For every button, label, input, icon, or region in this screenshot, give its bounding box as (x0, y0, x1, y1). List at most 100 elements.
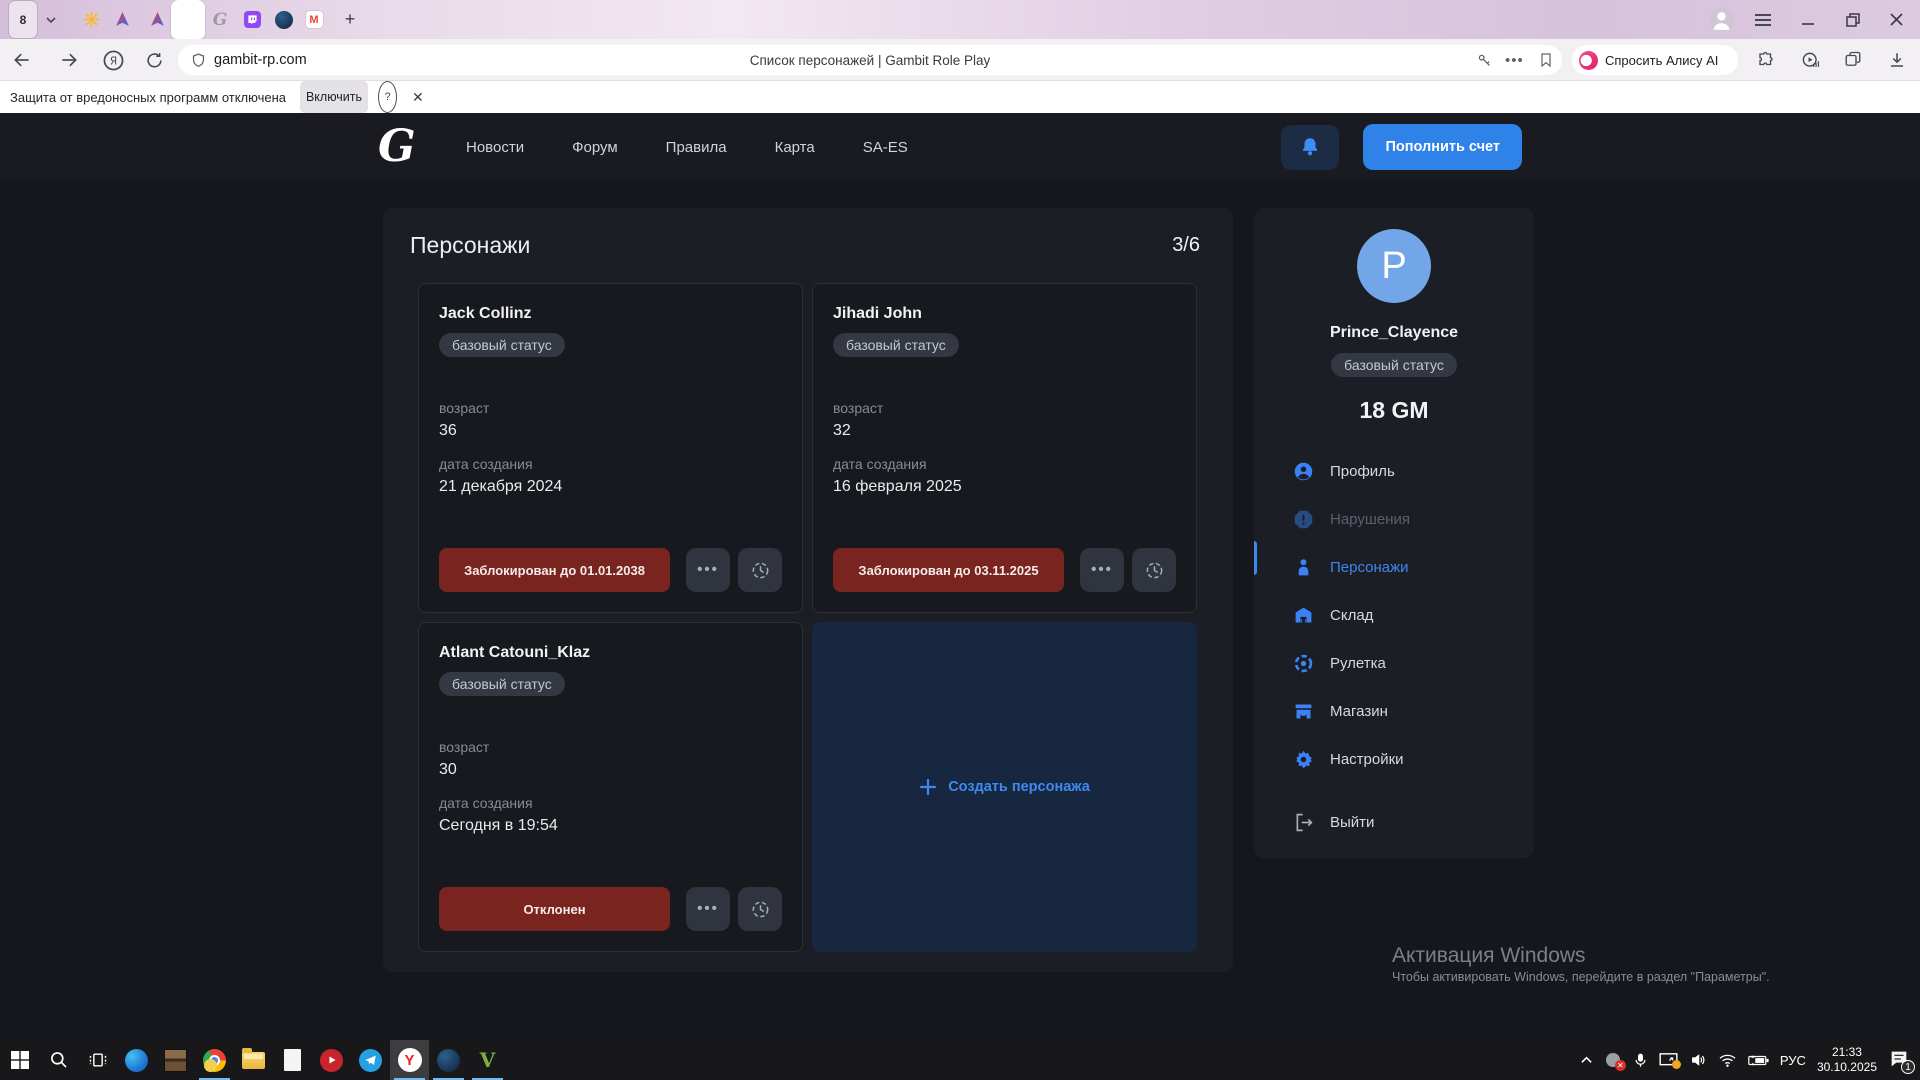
start-button[interactable] (0, 1040, 39, 1080)
card-footer: Отклонен ••• (439, 887, 782, 931)
character-name: Atlant Catouni_Klaz (439, 643, 782, 663)
taskbar-media-icon[interactable] (312, 1040, 351, 1080)
taskbar-clock[interactable]: 21:33 30.10.2025 (1817, 1045, 1877, 1075)
nav-sa-es[interactable]: SA-ES (863, 139, 908, 156)
pinned-tab-g-icon[interactable]: G (207, 0, 233, 39)
warning-icon (1293, 509, 1314, 530)
age-label: возраст (439, 738, 782, 756)
blocked-status-button[interactable]: Заблокирован до 01.01.2038 (439, 548, 670, 592)
card-more-button[interactable]: ••• (686, 887, 730, 931)
enable-protection-button[interactable]: Включить (300, 81, 368, 113)
created-label: дата создания (439, 455, 782, 473)
topup-button[interactable]: Пополнить счет (1363, 124, 1522, 170)
taskbar-steam-icon[interactable] (429, 1040, 468, 1080)
yandex-icon[interactable]: Я (101, 39, 125, 81)
profile-avatar[interactable]: P (1357, 229, 1431, 303)
taskbar-notepad-icon[interactable] (273, 1040, 312, 1080)
card-history-button[interactable] (738, 887, 782, 931)
profile-icon (1293, 461, 1314, 482)
downloads-icon[interactable] (1885, 39, 1909, 81)
passwords-key-icon[interactable] (1476, 45, 1493, 75)
pinned-tab-sail-icon[interactable] (109, 0, 135, 39)
created-value: Сегодня в 19:54 (439, 816, 782, 836)
card-more-button[interactable]: ••• (1080, 548, 1124, 592)
new-tab-button[interactable]: + (340, 0, 360, 39)
menu-item-shop[interactable]: Магазин (1293, 687, 1534, 735)
menu-item-profile[interactable]: Профиль (1293, 447, 1534, 495)
taskbar-explorer-icon[interactable] (234, 1040, 273, 1080)
tray-muted-app-icon[interactable]: ✕ (1604, 1051, 1622, 1069)
extensions-icon[interactable] (1754, 39, 1778, 81)
task-view-button[interactable] (78, 1040, 117, 1080)
profile-menu: Профиль Нарушения Персонажи Склад Рулетк… (1254, 447, 1534, 846)
browser-menu-icon[interactable] (1752, 0, 1774, 39)
bookmark-icon[interactable] (1538, 45, 1554, 75)
side-panel-icon[interactable] (1841, 39, 1865, 81)
taskbar-chrome-icon[interactable] (195, 1040, 234, 1080)
close-button[interactable] (1885, 0, 1907, 39)
menu-label: Персонажи (1330, 559, 1409, 576)
forward-button[interactable] (57, 39, 81, 81)
menu-item-warehouse[interactable]: Склад (1293, 591, 1534, 639)
menu-item-violations[interactable]: Нарушения (1293, 495, 1534, 543)
notice-close-icon[interactable]: ✕ (412, 81, 424, 113)
nav-news[interactable]: Новости (466, 139, 524, 156)
site-logo[interactable]: G (378, 117, 424, 177)
nav-forum[interactable]: Форум (572, 139, 618, 156)
active-tab[interactable] (171, 0, 205, 39)
card-history-button[interactable] (738, 548, 782, 592)
create-character-label: Создать персонажа (948, 779, 1090, 795)
taskbar-edge-icon[interactable] (117, 1040, 156, 1080)
menu-item-roulette[interactable]: Рулетка (1293, 639, 1534, 687)
pinned-tab-twitch-icon[interactable] (239, 0, 265, 39)
search-button[interactable] (39, 1040, 78, 1080)
nav-rules[interactable]: Правила (666, 139, 727, 156)
menu-item-characters[interactable]: Персонажи (1293, 543, 1534, 591)
url-field[interactable]: gambit-rp.com Список персонажей | Gambit… (178, 45, 1562, 75)
menu-label: Настройки (1330, 751, 1404, 768)
tray-volume-icon[interactable] (1689, 1052, 1707, 1068)
tray-microphone-icon[interactable] (1633, 1052, 1648, 1069)
pinned-tab-gmail-icon[interactable]: M (301, 0, 327, 39)
tray-wifi-icon[interactable] (1718, 1053, 1737, 1068)
tray-cast-icon[interactable] (1659, 1053, 1678, 1068)
pinned-tab-sun-icon[interactable] (78, 0, 104, 39)
pinned-tab-sail2-icon[interactable] (144, 0, 170, 39)
rejected-status-button[interactable]: Отклонен (439, 887, 670, 931)
refresh-button[interactable] (142, 39, 166, 81)
characters-title: Персонажи (410, 232, 530, 259)
taskbar-game-icon[interactable] (156, 1040, 195, 1080)
card-history-button[interactable] (1132, 548, 1176, 592)
nav-map[interactable]: Карта (775, 139, 815, 156)
blocked-status-button[interactable]: Заблокирован до 03.11.2025 (833, 548, 1064, 592)
language-indicator[interactable]: РУС (1780, 1053, 1806, 1068)
more-actions-icon[interactable]: ••• (1505, 45, 1524, 75)
create-character-button[interactable]: Создать персонажа (812, 622, 1197, 952)
tabs-chevron-icon[interactable] (44, 0, 58, 39)
pinned-tab-steam-icon[interactable] (271, 0, 297, 39)
taskbar-telegram-icon[interactable] (351, 1040, 390, 1080)
notifications-bell-button[interactable] (1281, 125, 1339, 170)
card-more-button[interactable]: ••• (686, 548, 730, 592)
page-title: Список персонажей | Gambit Role Play (178, 45, 1562, 75)
tab-counter-button[interactable]: 8 (8, 0, 38, 39)
video-popup-icon[interactable] (1798, 39, 1822, 81)
tray-battery-icon[interactable] (1748, 1054, 1769, 1067)
menu-label: Выйти (1330, 814, 1374, 831)
character-card: Jack Collinz базовый статус возраст 36 д… (418, 283, 803, 613)
menu-item-settings[interactable]: Настройки (1293, 735, 1534, 783)
back-button[interactable] (10, 39, 34, 81)
help-icon[interactable]: ? (378, 81, 397, 113)
plus-icon (919, 778, 937, 796)
history-clock-icon (1144, 560, 1165, 581)
logout-button[interactable]: Выйти (1293, 798, 1534, 846)
tray-chevron-icon[interactable] (1580, 1054, 1593, 1067)
restore-button[interactable] (1842, 0, 1864, 39)
taskbar-gta-v-icon[interactable]: V (468, 1040, 507, 1080)
menu-label: Склад (1330, 607, 1373, 624)
browser-profile-avatar[interactable] (1708, 0, 1734, 39)
minimize-button[interactable] (1797, 0, 1819, 39)
notification-center-icon[interactable]: 1 (1888, 1048, 1912, 1072)
taskbar-yandex-browser-icon[interactable]: Y (390, 1040, 429, 1080)
ask-alice-button[interactable]: Спросить Алису AI (1572, 45, 1738, 75)
